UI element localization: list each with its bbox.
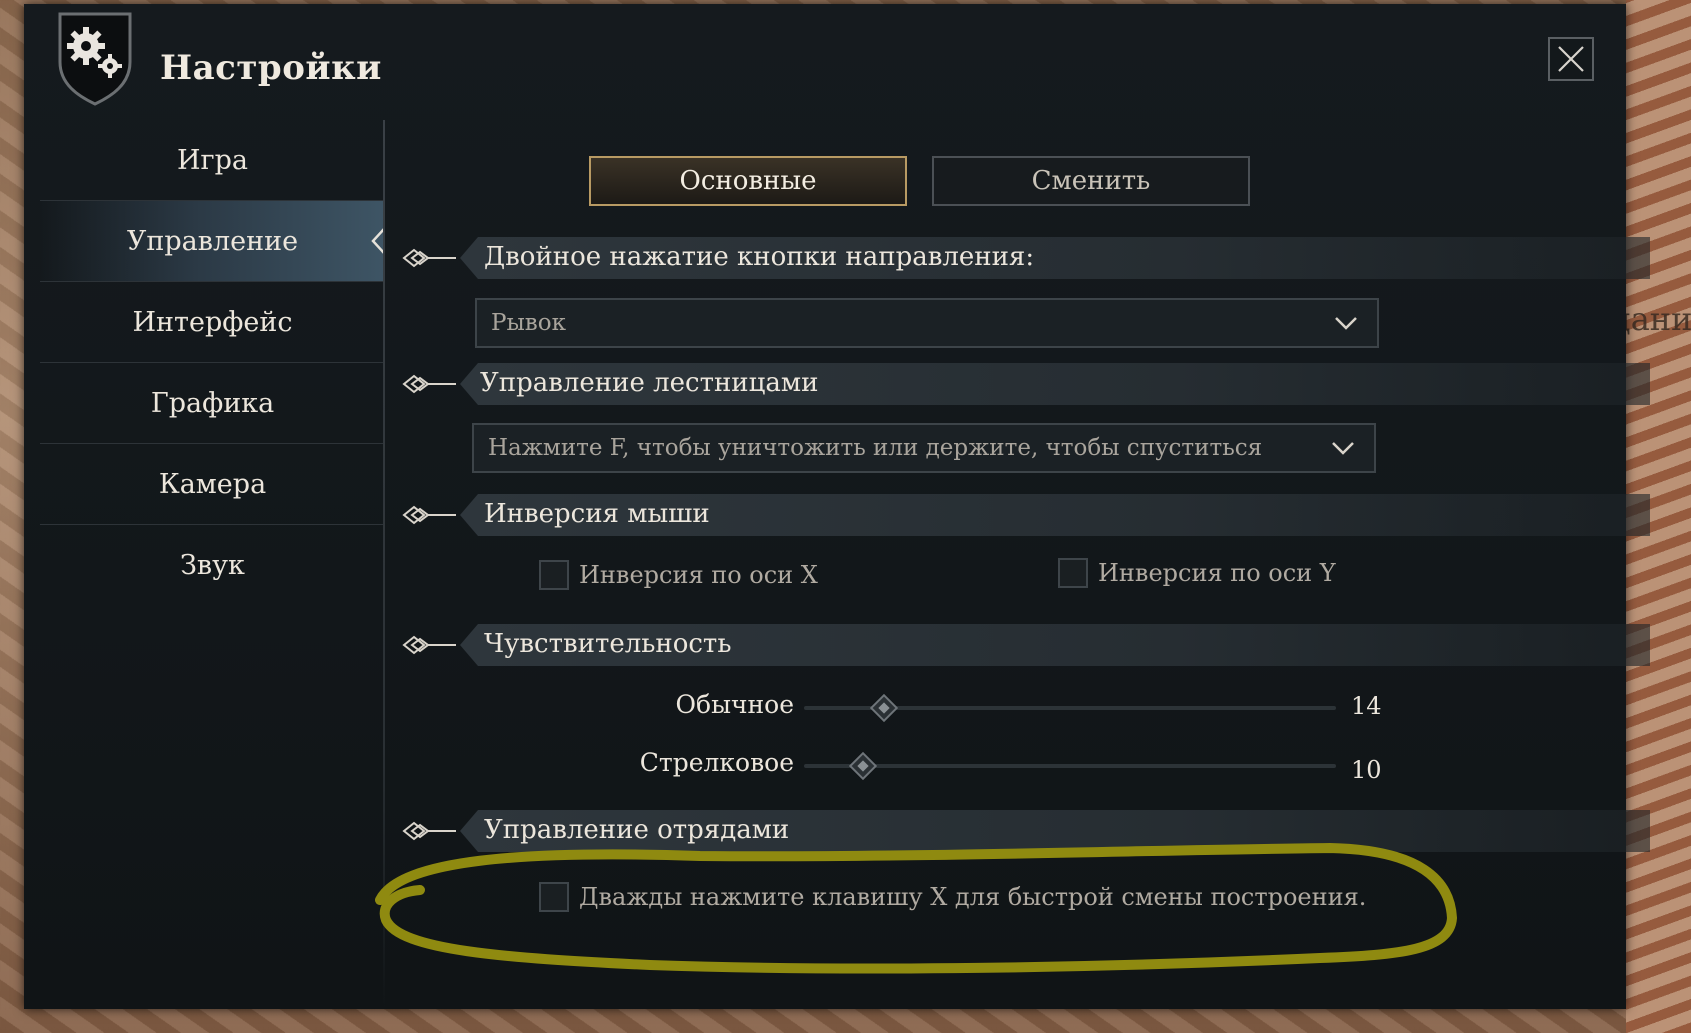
- normal-sensitivity-thumb[interactable]: [869, 693, 898, 723]
- settings-sidebar: Игра Управление Интерфейс Графика Камера…: [40, 120, 385, 605]
- dropdown-value: Рывок: [491, 310, 566, 336]
- aim-sensitivity-thumb[interactable]: [848, 751, 877, 781]
- ornament-icon: [402, 821, 456, 841]
- invert-x-option[interactable]: Инверсия по оси X: [539, 560, 818, 590]
- section-header-sensitivity: Чувствительность: [402, 624, 1650, 666]
- section-header-ladder: Управление лестницами: [402, 363, 1650, 405]
- double-tap-x-option[interactable]: Дважды нажмите клавишу X для быстрой сме…: [539, 882, 1366, 912]
- section-header-mouse-invert: Инверсия мыши: [402, 494, 1650, 536]
- sidebar-item-sound[interactable]: Звук: [40, 525, 385, 605]
- ladder-dropdown[interactable]: Нажмите F, чтобы уничтожить или держите,…: [472, 423, 1376, 473]
- section-header-double-tap: Двойное нажатие кнопки направления:: [402, 237, 1650, 279]
- invert-x-checkbox[interactable]: [539, 560, 569, 590]
- ornament-icon: [402, 505, 456, 525]
- normal-sensitivity-label: Обычное: [675, 690, 794, 719]
- sidebar-item-label: Камера: [158, 468, 267, 500]
- checkbox-label: Инверсия по оси Y: [1098, 559, 1336, 587]
- sidebar-item-game[interactable]: Игра: [40, 120, 385, 201]
- sidebar-item-interface[interactable]: Интерфейс: [40, 282, 385, 363]
- aim-sensitivity-slider[interactable]: [804, 764, 1336, 768]
- section-title: Чувствительность: [484, 629, 732, 659]
- chevron-down-icon: [1332, 442, 1354, 455]
- tab-change[interactable]: Сменить: [932, 156, 1250, 206]
- sidebar-divider: [383, 120, 385, 1009]
- aim-sensitivity-value: 10: [1351, 756, 1382, 784]
- close-button[interactable]: [1548, 37, 1594, 81]
- close-icon: [1558, 46, 1584, 72]
- chevron-down-icon: [1335, 317, 1357, 330]
- double-tap-dropdown[interactable]: Рывок: [475, 298, 1379, 348]
- gear-shield-icon: [58, 12, 132, 106]
- section-title: Инверсия мыши: [484, 499, 710, 529]
- sidebar-item-label: Графика: [150, 387, 275, 419]
- sidebar-item-graphics[interactable]: Графика: [40, 363, 385, 444]
- section-title: Двойное нажатие кнопки направления:: [484, 242, 1035, 272]
- checkbox-label: Дважды нажмите клавишу X для быстрой сме…: [579, 883, 1367, 911]
- window-title: Настройки: [160, 48, 382, 88]
- sidebar-item-label: Интерфейс: [132, 306, 293, 338]
- sidebar-item-label: Звук: [180, 549, 245, 581]
- invert-y-checkbox[interactable]: [1058, 558, 1088, 588]
- aim-sensitivity-label: Стрелковое: [639, 748, 794, 777]
- sidebar-item-controls[interactable]: Управление: [40, 201, 385, 282]
- normal-sensitivity-value: 14: [1351, 692, 1382, 720]
- section-title: Управление лестницами: [480, 368, 819, 398]
- invert-y-option[interactable]: Инверсия по оси Y: [1058, 558, 1336, 588]
- section-header-squads: Управление отрядами: [402, 810, 1650, 852]
- tab-basic[interactable]: Основные: [589, 156, 907, 206]
- dropdown-value: Нажмите F, чтобы уничтожить или держите,…: [488, 435, 1263, 461]
- section-title: Управление отрядами: [484, 815, 790, 845]
- ornament-icon: [402, 374, 456, 394]
- settings-window: Настройки Игра Управление Интерфейс Граф…: [24, 4, 1650, 1009]
- ornament-icon: [402, 248, 456, 268]
- sidebar-item-label: Игра: [176, 144, 249, 176]
- checkbox-label: Инверсия по оси X: [579, 561, 818, 589]
- sidebar-item-camera[interactable]: Камера: [40, 444, 385, 525]
- double-tap-x-checkbox[interactable]: [539, 882, 569, 912]
- ornament-icon: [402, 635, 456, 655]
- sidebar-item-label: Управление: [126, 225, 299, 257]
